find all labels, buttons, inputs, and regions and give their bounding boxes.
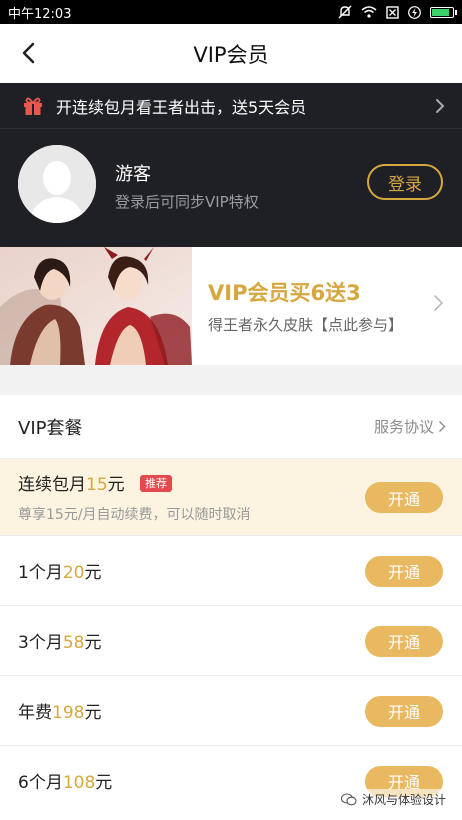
plan-label: 6个月 [18, 773, 63, 793]
plan-description: 尊享15元/月自动续费，可以随时取消 [18, 507, 251, 523]
login-button[interactable]: 登录 [367, 164, 443, 200]
recommend-badge: 推荐 [140, 475, 173, 492]
plan-name: 3个月58元 [18, 628, 101, 653]
plan-unit: 元 [107, 475, 125, 495]
back-arrow-icon[interactable] [14, 38, 44, 68]
plan-row-1-month[interactable]: 1个月20元 开通 [0, 535, 462, 605]
plan-row-3-months[interactable]: 3个月58元 开通 [0, 605, 462, 675]
plan-label: 1个月 [18, 563, 63, 583]
plan-name: 1个月20元 [18, 558, 101, 583]
wechat-icon [340, 793, 357, 806]
vip-header: 开连续包月看王者出击，送5天会员 游客 登录后可同步VIP特权 登录 [0, 83, 462, 247]
user-name: 游客 [115, 164, 151, 185]
plan-unit: 元 [84, 563, 102, 583]
plan-row-monthly-auto[interactable]: 连续包月15元 推荐 尊享15元/月自动续费，可以随时取消 开通 [0, 458, 462, 535]
status-bar: 中午12:03 [0, 0, 462, 24]
plans-header: VIP套餐 服务协议 [0, 395, 462, 458]
watermark-text: 沐风与体验设计 [361, 793, 446, 807]
plan-label: 3个月 [18, 633, 63, 653]
avatar[interactable] [18, 145, 96, 223]
service-agreement-label: 服务协议 [373, 418, 434, 436]
plan-unit: 元 [84, 703, 102, 723]
chevron-right-icon [434, 295, 444, 311]
plan-price: 198 [52, 703, 85, 723]
user-row: 游客 登录后可同步VIP特权 登录 [0, 129, 462, 247]
flash-icon [408, 5, 421, 19]
user-subtitle: 登录后可同步VIP特权 [115, 193, 259, 211]
promo-bar[interactable]: 开连续包月看王者出击，送5天会员 [0, 83, 462, 129]
subscribe-button[interactable]: 开通 [365, 625, 443, 657]
subscribe-button[interactable]: 开通 [365, 555, 443, 587]
subscribe-button[interactable]: 开通 [365, 482, 443, 513]
plan-price: 15 [86, 475, 108, 495]
plan-label: 年费 [18, 703, 52, 723]
plan-label: 连续包月 [18, 475, 86, 495]
plan-info: 连续包月15元 推荐 尊享15元/月自动续费，可以随时取消 [18, 470, 251, 524]
battery-icon [430, 6, 457, 18]
plan-name: 6个月108元 [18, 768, 112, 793]
service-agreement-link[interactable]: 服务协议 [374, 416, 446, 437]
plan-name: 年费198元 [18, 698, 101, 723]
plan-price: 58 [62, 633, 85, 653]
subscribe-button[interactable]: 开通 [365, 695, 443, 727]
plan-unit: 元 [95, 773, 113, 793]
banner-subtitle: 得王者永久皮肤【点此参与】 [208, 316, 404, 334]
plans-title: VIP套餐 [18, 417, 83, 439]
chevron-right-icon [439, 421, 446, 432]
default-avatar-icon [18, 145, 96, 223]
nav-bar: VIP会员 [0, 24, 462, 83]
gift-icon [24, 97, 42, 115]
plan-price: 108 [62, 773, 96, 793]
promo-banner[interactable]: VIP会员买6送3 得王者永久皮肤【点此参与】 [0, 247, 462, 365]
plan-row-annual[interactable]: 年费198元 开通 [0, 675, 462, 745]
watermark: 沐风与体验设计 [336, 789, 450, 810]
plan-price: 20 [62, 563, 85, 583]
wifi-icon [361, 6, 377, 18]
page-title: VIP会员 [193, 42, 269, 67]
vip-plans-section: VIP套餐 服务协议 连续包月15元 推荐 尊享15元/月自动续费，可以随时取消… [0, 395, 462, 820]
mute-icon [338, 5, 352, 19]
chevron-right-icon [436, 98, 445, 113]
banner-title: VIP会员买6送3 [208, 281, 361, 305]
plan-name: 连续包月15元 推荐 [18, 470, 251, 495]
banner-characters-illustration [0, 247, 192, 365]
sim-icon [386, 5, 399, 19]
plan-unit: 元 [84, 633, 102, 653]
status-icons [338, 5, 457, 19]
promo-text: 开连续包月看王者出击，送5天会员 [56, 97, 307, 117]
status-time: 中午12:03 [8, 6, 72, 22]
